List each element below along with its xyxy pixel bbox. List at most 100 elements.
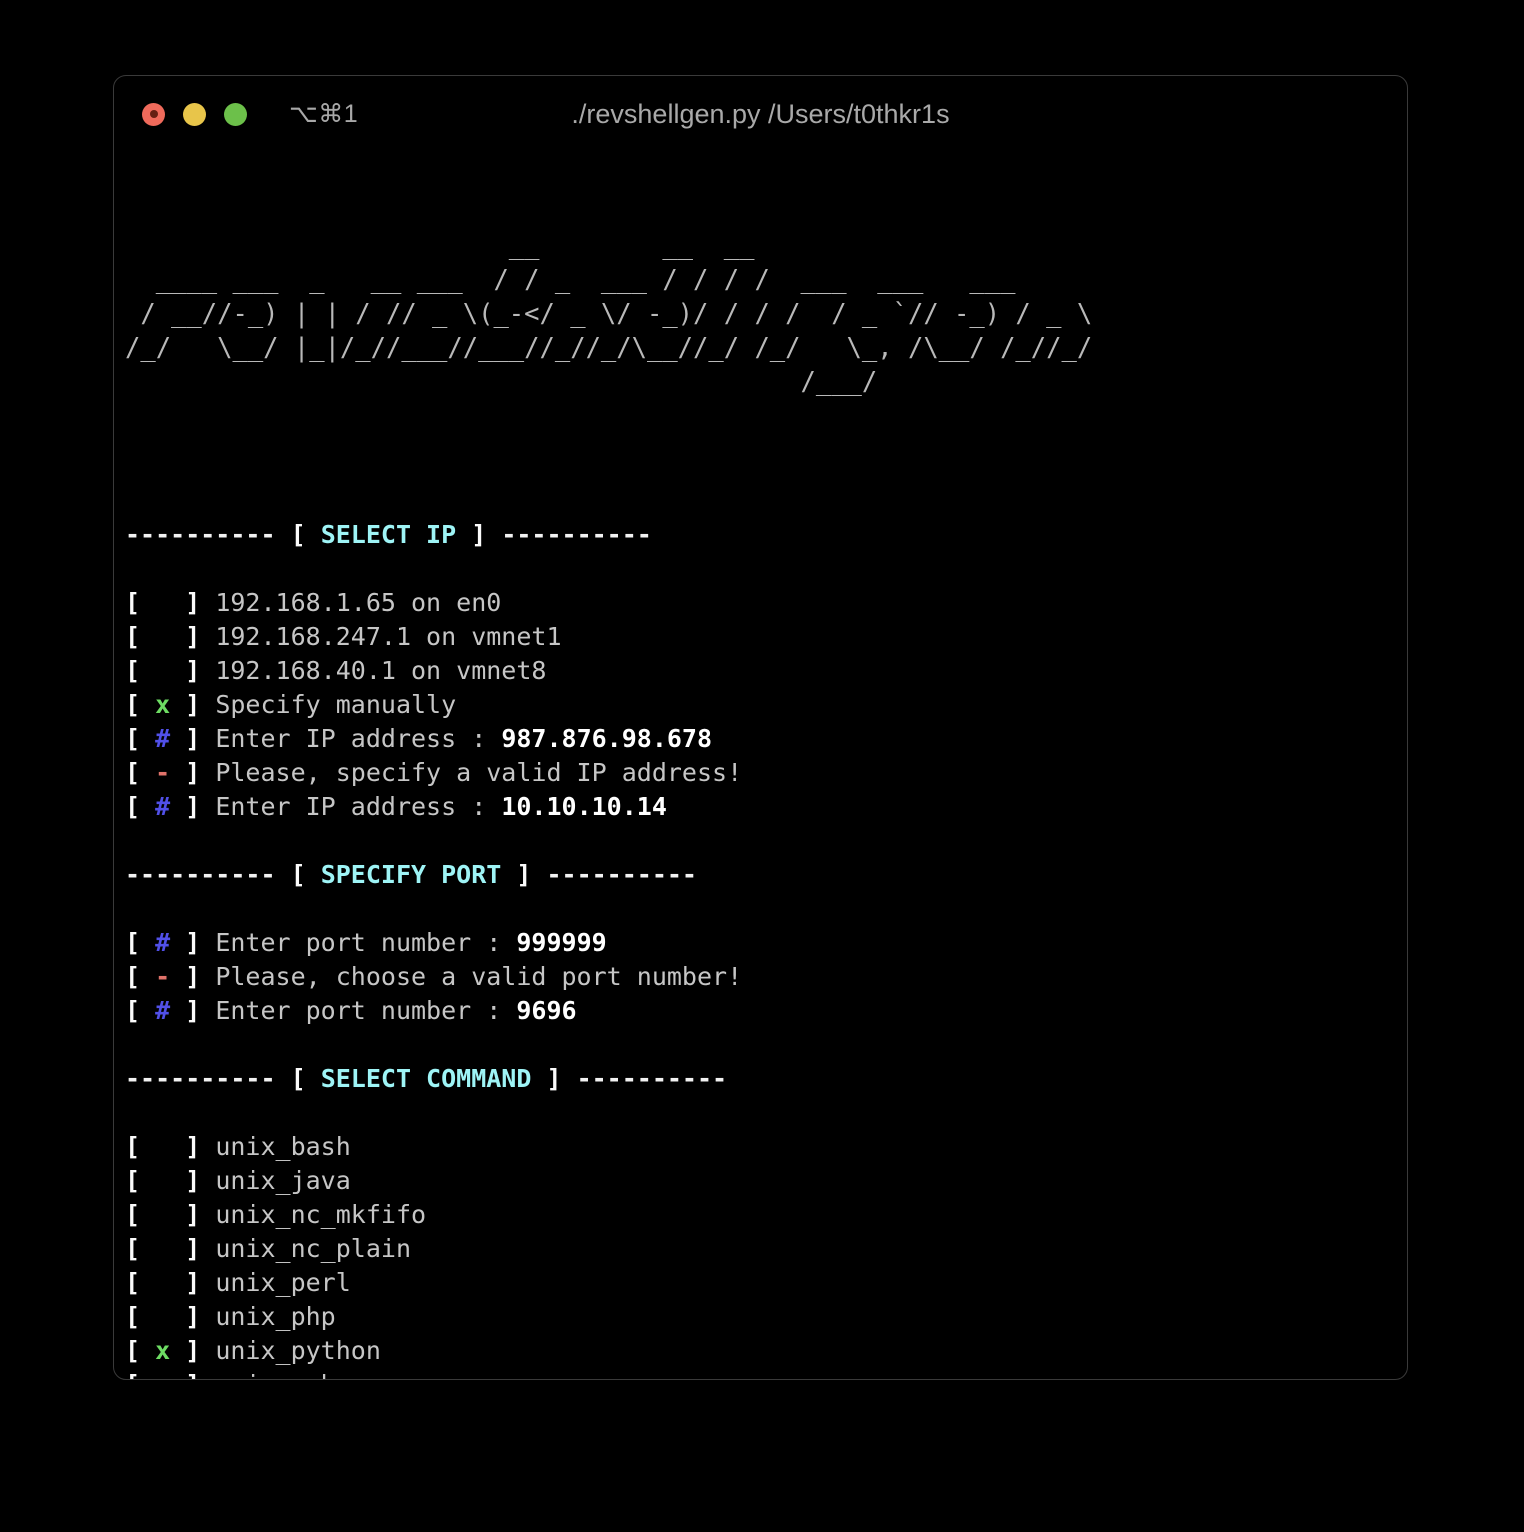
row-bracket-open: [ — [125, 1166, 156, 1195]
option-row[interactable]: [ ] unix_ruby — [125, 1368, 1407, 1379]
terminal-window: ⌥⌘1 ./revshellgen.py /Users/t0thkr1s __ … — [113, 75, 1408, 1380]
row-bracket-open: [ — [125, 588, 156, 617]
row-label: Enter IP address : — [215, 792, 502, 821]
error-marker-icon: - — [155, 962, 171, 991]
row-label: Please, choose a valid port number! — [215, 962, 743, 991]
entered-value: 999999 — [516, 928, 607, 957]
section-header-select-ip: ---------- [ SELECT IP ] ---------- — [125, 518, 1407, 552]
row-label: 192.168.40.1 on vmnet8 — [215, 656, 547, 685]
error-line: [ - ] Please, specify a valid IP address… — [125, 756, 1407, 790]
zoom-button[interactable] — [224, 102, 247, 126]
row-bracket-open: [ — [125, 1132, 156, 1161]
prompt-marker-icon: # — [155, 724, 171, 753]
row-bracket-open: [ — [125, 758, 156, 787]
header-rule-left: ---------- — [125, 520, 291, 549]
entered-value: 9696 — [516, 996, 577, 1025]
empty-marker-icon — [155, 1234, 170, 1263]
row-bracket-open: [ — [125, 1234, 156, 1263]
row-bracket-open: [ — [125, 996, 156, 1025]
prompt-marker-icon: # — [155, 996, 171, 1025]
row-bracket-close: ] — [170, 928, 216, 957]
prompt-line: [ # ] Enter port number : 999999 — [125, 926, 1407, 960]
row-label: unix_nc_plain — [215, 1234, 411, 1263]
row-bracket-close: ] — [170, 1166, 216, 1195]
prompt-line: [ # ] Enter port number : 9696 — [125, 994, 1407, 1028]
option-row[interactable]: [ x ] unix_python — [125, 1334, 1407, 1368]
traffic-light-buttons — [142, 102, 247, 126]
header-bracket-open: [ — [290, 520, 321, 549]
header-bracket-open: [ — [290, 860, 321, 889]
row-bracket-close: ] — [170, 622, 216, 651]
row-label: 192.168.1.65 on en0 — [215, 588, 502, 617]
row-bracket-close: ] — [170, 1268, 216, 1297]
option-row[interactable]: [ x ] Specify manually — [125, 688, 1407, 722]
prompt-marker-icon: # — [155, 928, 171, 957]
prompt-line: [ # ] Enter IP address : 987.876.98.678 — [125, 722, 1407, 756]
row-bracket-close: ] — [170, 1336, 216, 1365]
option-row[interactable]: [ ] unix_java — [125, 1164, 1407, 1198]
empty-marker-icon — [155, 1166, 170, 1195]
row-bracket-close: ] — [170, 1132, 216, 1161]
row-bracket-open: [ — [125, 724, 156, 753]
empty-marker-icon — [155, 622, 170, 651]
row-bracket-close: ] — [170, 1370, 215, 1379]
row-label: Enter IP address : — [215, 724, 502, 753]
ascii-art-banner: __ __ __ ____ ___ _ __ ___ / / _ ___ / /… — [125, 231, 1093, 397]
entered-value: 10.10.10.14 — [501, 792, 667, 821]
row-bracket-close: ] — [170, 1234, 216, 1263]
empty-marker-icon — [155, 656, 170, 685]
row-bracket-open: [ — [125, 1302, 156, 1331]
row-label: unix_bash — [215, 1132, 351, 1161]
terminal-output: ---------- [ SELECT IP ] ----------[ ] 1… — [125, 467, 1407, 1379]
empty-marker-icon — [155, 1302, 170, 1331]
option-row[interactable]: [ ] unix_php — [125, 1300, 1407, 1334]
prompt-line: [ # ] Enter IP address : 10.10.10.14 — [125, 790, 1407, 824]
empty-marker-icon — [155, 1132, 170, 1161]
row-label: unix_php — [215, 1302, 336, 1331]
error-marker-icon: - — [155, 758, 171, 787]
option-row[interactable]: [ ] unix_bash — [125, 1130, 1407, 1164]
row-bracket-close: ] — [170, 588, 216, 617]
row-bracket-open: [ — [125, 792, 156, 821]
row-bracket-open: [ — [125, 622, 156, 651]
header-rule-right: ---------- — [576, 1064, 728, 1093]
row-bracket-open: [ — [125, 656, 156, 685]
empty-marker-icon — [155, 1370, 170, 1379]
row-bracket-close: ] — [170, 656, 216, 685]
option-row[interactable]: [ ] unix_perl — [125, 1266, 1407, 1300]
minimize-button[interactable] — [183, 102, 206, 126]
header-rule-right: ---------- — [546, 860, 697, 889]
row-bracket-open: [ — [125, 1336, 156, 1365]
header-bracket-open: [ — [290, 1064, 321, 1093]
row-label: unix_ruby — [215, 1370, 350, 1379]
option-row[interactable]: [ ] 192.168.247.1 on vmnet1 — [125, 620, 1407, 654]
row-bracket-open: [ — [125, 1200, 156, 1229]
row-label: unix_nc_mkfifo — [215, 1200, 427, 1229]
option-row[interactable]: [ ] 192.168.40.1 on vmnet8 — [125, 654, 1407, 688]
row-bracket-close: ] — [170, 996, 216, 1025]
row-bracket-close: ] — [170, 724, 216, 753]
empty-marker-icon — [155, 1268, 170, 1297]
row-label: Enter port number : — [215, 996, 517, 1025]
section-title: SELECT COMMAND — [320, 1064, 532, 1093]
row-bracket-close: ] — [170, 792, 216, 821]
option-row[interactable]: [ ] unix_nc_mkfifo — [125, 1198, 1407, 1232]
close-button[interactable] — [142, 102, 165, 126]
option-row[interactable]: [ ] unix_nc_plain — [125, 1232, 1407, 1266]
row-label: unix_python — [215, 1336, 381, 1365]
header-rule-right: ---------- — [501, 520, 652, 549]
section-header-select-command: ---------- [ SELECT COMMAND ] ---------- — [125, 1062, 1407, 1096]
error-line: [ - ] Please, choose a valid port number… — [125, 960, 1407, 994]
entered-value: 987.876.98.678 — [501, 724, 713, 753]
window-titlebar: ⌥⌘1 ./revshellgen.py /Users/t0thkr1s — [114, 76, 1407, 152]
row-bracket-close: ] — [170, 690, 216, 719]
row-bracket-open: [ — [125, 1370, 155, 1379]
row-label: Please, specify a valid IP address! — [215, 758, 743, 787]
option-row[interactable]: [ ] 192.168.1.65 on en0 — [125, 586, 1407, 620]
row-bracket-close: ] — [170, 1200, 216, 1229]
